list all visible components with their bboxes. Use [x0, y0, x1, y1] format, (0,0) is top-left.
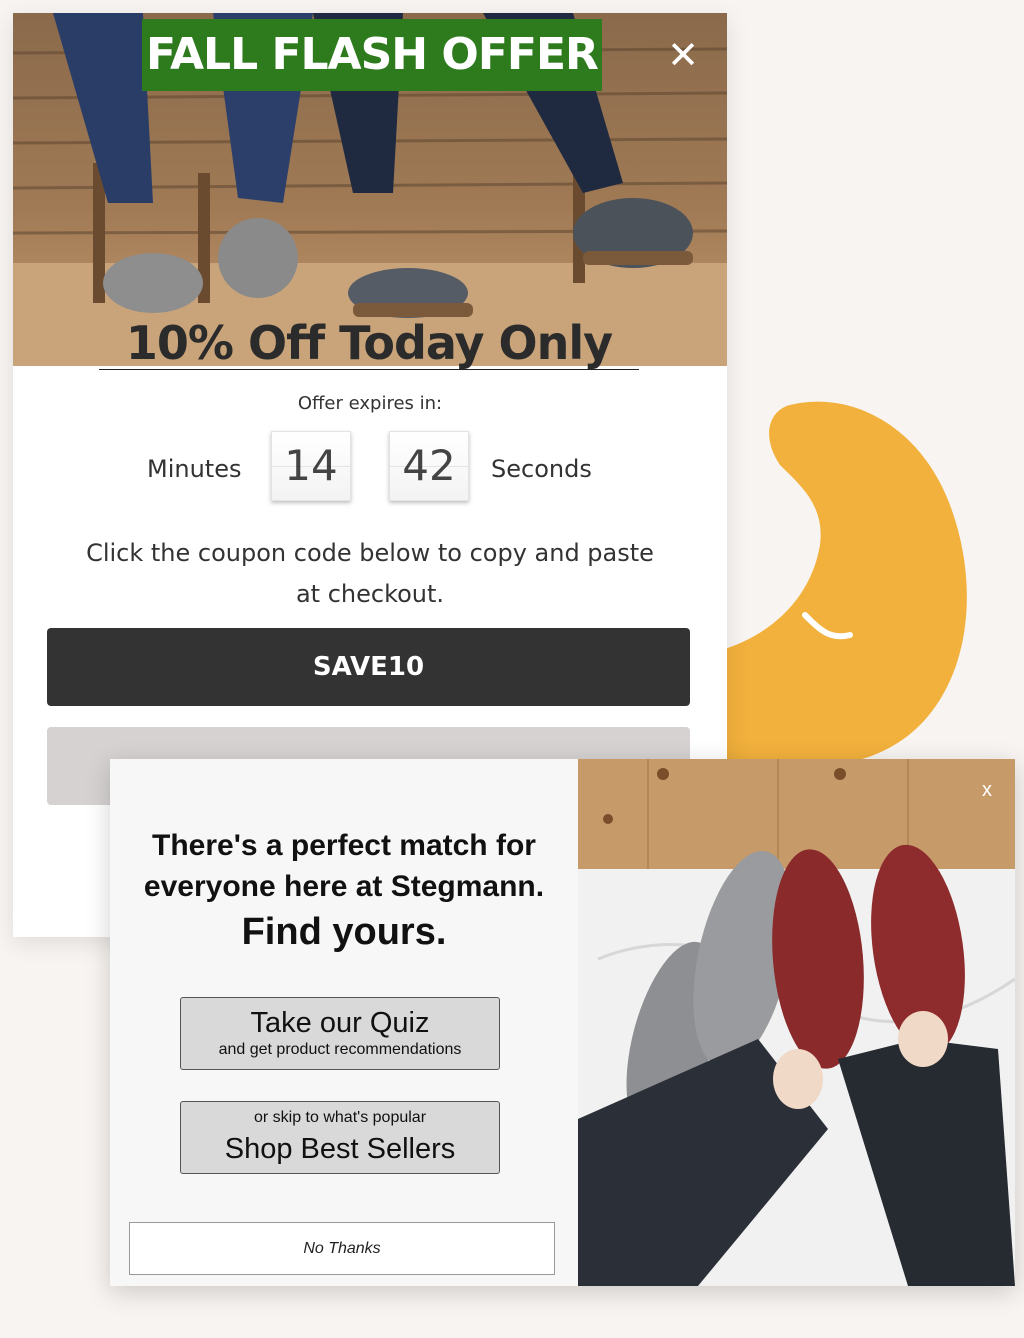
yellow-blob-decoration-icon — [700, 401, 967, 767]
quiz-popup-content: There's a perfect match for everyone her… — [110, 759, 578, 1286]
coupon-code-button[interactable]: SAVE10 — [47, 628, 690, 706]
offer-expires-label: Offer expires in: — [297, 393, 443, 414]
seconds-counter: 42 — [389, 431, 469, 501]
close-icon[interactable]: x — [974, 777, 1000, 803]
minutes-label: Minutes — [147, 455, 242, 483]
shop-best-sellers-button[interactable]: or skip to what's popular Shop Best Sell… — [180, 1101, 500, 1174]
quiz-subheadline: Find yours. — [241, 911, 447, 953]
best-sellers-subtitle: or skip to what's popular — [253, 1109, 427, 1126]
take-quiz-button[interactable]: Take our Quiz and get product recommenda… — [180, 997, 500, 1070]
offer-headline: 10% Off Today Only — [125, 316, 613, 370]
minutes-counter: 14 — [271, 431, 351, 501]
quiz-button-title: Take our Quiz — [250, 1007, 430, 1039]
coupon-instructions: Click the coupon code below to copy and … — [86, 539, 654, 608]
close-icon[interactable]: ✕ — [663, 35, 703, 75]
best-sellers-title: Shop Best Sellers — [224, 1133, 456, 1165]
headline-underline-divider — [99, 369, 639, 370]
flash-offer-title: FALL FLASH OFFER — [142, 19, 602, 91]
quiz-popup-photo — [578, 759, 1015, 1286]
seconds-label: Seconds — [491, 455, 592, 483]
quiz-button-subtitle: and get product recommendations — [218, 1041, 462, 1058]
no-thanks-button[interactable]: No Thanks — [129, 1222, 555, 1275]
slippers-on-bed-photo-icon — [578, 759, 1015, 1286]
quiz-headline: There's a perfect match for everyone her… — [143, 829, 545, 903]
quiz-popup: There's a perfect match for everyone her… — [110, 759, 1015, 1286]
